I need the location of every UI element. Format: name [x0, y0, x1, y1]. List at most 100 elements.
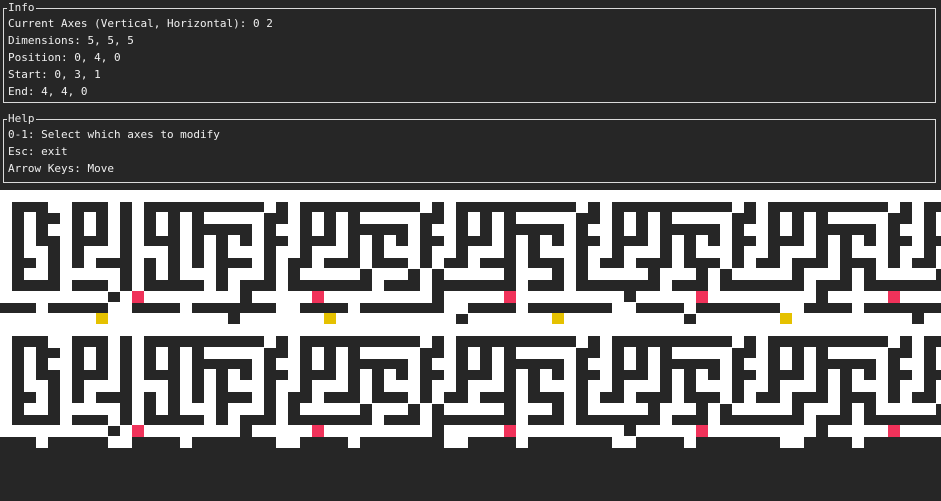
path-cell — [336, 190, 348, 202]
path-cell — [336, 246, 348, 258]
path-cell — [432, 392, 444, 404]
path-cell — [252, 190, 264, 202]
path-cell — [372, 268, 384, 280]
path-cell — [180, 190, 192, 202]
path-cell — [804, 380, 816, 392]
path-cell — [96, 190, 108, 202]
path-cell — [828, 190, 840, 202]
path-cell — [840, 324, 852, 336]
path-cell — [156, 212, 168, 224]
path-cell — [288, 324, 300, 336]
path-cell — [624, 436, 636, 448]
path-cell — [216, 212, 228, 224]
path-cell — [804, 324, 816, 336]
path-cell — [324, 403, 336, 415]
path-cell — [240, 324, 252, 336]
path-cell — [816, 190, 828, 202]
path-cell — [24, 212, 36, 224]
path-cell — [360, 425, 372, 437]
path-cell — [444, 324, 456, 336]
path-cell — [456, 190, 468, 202]
path-cell — [792, 380, 804, 392]
path-cell — [840, 291, 852, 303]
path-cell — [828, 403, 840, 415]
path-cell — [636, 380, 648, 392]
path-cell — [672, 380, 684, 392]
path-cell — [636, 324, 648, 336]
info-end: End: 4, 4, 0 — [8, 85, 88, 98]
path-cell — [864, 324, 876, 336]
path-cell — [564, 190, 576, 202]
path-cell — [900, 190, 912, 202]
path-cell — [840, 347, 852, 359]
path-cell — [108, 324, 120, 336]
path-cell — [204, 324, 216, 336]
path-cell — [528, 212, 540, 224]
path-cell — [84, 212, 96, 224]
path-cell — [576, 336, 588, 348]
path-cell — [372, 190, 384, 202]
path-cell — [612, 190, 624, 202]
path-cell — [96, 246, 108, 258]
path-cell — [852, 380, 864, 392]
maze-view[interactable] — [0, 190, 941, 501]
path-cell — [756, 212, 768, 224]
path-cell — [312, 324, 324, 336]
path-cell — [852, 212, 864, 224]
path-cell — [540, 268, 552, 280]
path-cell — [684, 212, 696, 224]
path-cell — [900, 324, 912, 336]
path-cell — [264, 425, 276, 437]
path-cell — [744, 224, 756, 236]
path-cell — [420, 324, 432, 336]
path-cell — [696, 380, 708, 392]
path-cell — [612, 324, 624, 336]
path-cell — [132, 268, 144, 280]
path-cell — [324, 246, 336, 258]
path-cell — [180, 324, 192, 336]
path-cell — [324, 190, 336, 202]
path-cell — [312, 358, 324, 370]
path-cell — [192, 291, 204, 303]
path-cell — [348, 436, 360, 448]
path-cell — [192, 190, 204, 202]
path-cell — [708, 246, 720, 258]
path-cell — [924, 403, 936, 415]
path-cell — [432, 358, 444, 370]
path-cell — [444, 380, 456, 392]
path-cell — [396, 425, 408, 437]
path-cell — [624, 324, 636, 336]
path-cell — [84, 224, 96, 236]
path-cell — [228, 324, 240, 336]
path-cell — [348, 190, 360, 202]
path-cell — [516, 436, 528, 448]
path-cell — [384, 425, 396, 437]
path-cell — [360, 257, 372, 269]
path-cell — [36, 380, 48, 392]
path-cell — [912, 268, 924, 280]
path-cell — [456, 403, 468, 415]
path-cell — [24, 425, 36, 437]
path-cell — [72, 403, 84, 415]
path-cell — [384, 190, 396, 202]
path-cell — [48, 425, 60, 437]
path-cell — [216, 425, 228, 437]
path-cell — [48, 291, 60, 303]
path-cell — [684, 436, 696, 448]
path-cell — [96, 291, 108, 303]
path-cell — [732, 403, 744, 415]
path-cell — [336, 403, 348, 415]
path-cell — [144, 380, 156, 392]
path-cell — [600, 291, 612, 303]
path-cell — [132, 212, 144, 224]
start-cell — [504, 291, 516, 303]
path-cell — [0, 324, 12, 336]
path-cell — [216, 324, 228, 336]
path-cell — [732, 336, 744, 348]
path-cell — [936, 291, 941, 303]
path-cell — [180, 268, 192, 280]
path-cell — [936, 358, 941, 370]
path-cell — [720, 392, 732, 404]
path-cell — [900, 291, 912, 303]
path-cell — [24, 190, 36, 202]
